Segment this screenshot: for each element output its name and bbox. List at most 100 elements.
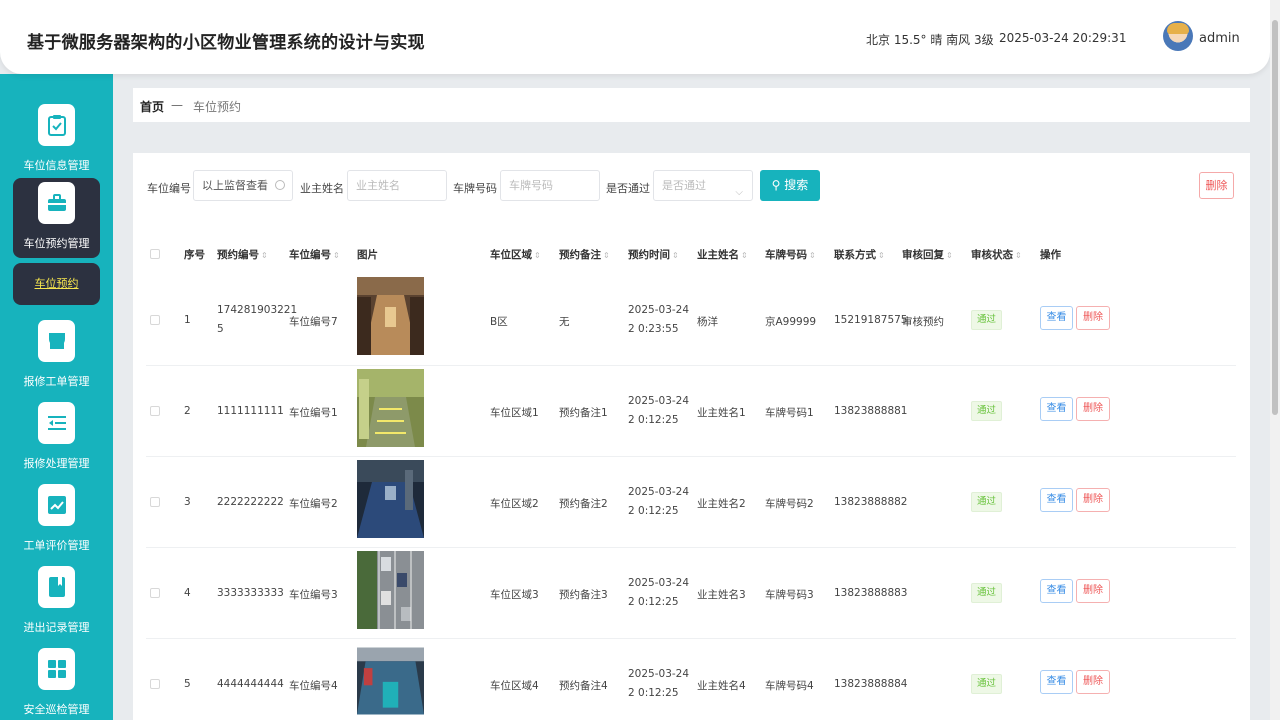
clear-icon[interactable] bbox=[275, 180, 285, 190]
row-checkbox[interactable] bbox=[150, 315, 160, 325]
cell-space-no: 车位编号3 bbox=[289, 589, 338, 601]
sidebar-item-repair-handle[interactable]: 报修处理管理 bbox=[13, 398, 100, 476]
sidebar-item-label: 车位信息管理 bbox=[23, 159, 90, 172]
bookmark-icon bbox=[38, 566, 75, 608]
owner-label: 业主姓名 bbox=[300, 182, 344, 195]
sidebar-item-space-info[interactable]: 车位信息管理 bbox=[13, 100, 100, 178]
th-image: 图片 bbox=[357, 249, 378, 261]
sort-icon[interactable]: ⇕ bbox=[603, 251, 610, 260]
sidebar-item-label: 进出记录管理 bbox=[23, 621, 90, 634]
cell-time: 2025-03-24 2 0:12:25 bbox=[628, 577, 690, 608]
briefcase-icon bbox=[38, 182, 75, 224]
delete-button[interactable]: 删除 bbox=[1076, 579, 1110, 603]
th-phone[interactable]: 联系方式 ⇕ bbox=[834, 247, 885, 262]
scrollbar-thumb[interactable] bbox=[1272, 20, 1278, 415]
cell-reply: 审核预约 bbox=[902, 316, 944, 328]
row-checkbox[interactable] bbox=[150, 497, 160, 507]
cell-owner: 业主姓名1 bbox=[697, 407, 746, 419]
sidebar-item-evaluation[interactable]: 工单评价管理 bbox=[13, 480, 100, 558]
app-title: 基于微服务器架构的小区物业管理系统的设计与实现 bbox=[27, 33, 425, 53]
th-space-no[interactable]: 车位编号 ⇕ bbox=[289, 247, 340, 262]
cell-owner: 杨洋 bbox=[697, 316, 718, 328]
sort-icon[interactable]: ⇕ bbox=[878, 251, 885, 260]
th-owner[interactable]: 业主姓名 ⇕ bbox=[697, 247, 748, 262]
cell-phone: 15219187575 bbox=[834, 314, 908, 326]
sidebar-item-label: 报修处理管理 bbox=[23, 457, 90, 470]
passed-select[interactable]: 是否通过 ⌵ bbox=[653, 170, 753, 201]
cell-space-no: 车位编号2 bbox=[289, 498, 338, 510]
page-scrollbar[interactable] bbox=[1270, 0, 1280, 720]
plate-input[interactable]: 车牌号码 bbox=[500, 170, 600, 201]
parking-photo bbox=[357, 277, 424, 355]
th-booking-no[interactable]: 预约编号 ⇕ bbox=[217, 247, 268, 262]
sort-icon[interactable]: ⇕ bbox=[1015, 251, 1022, 260]
avatar[interactable] bbox=[1163, 21, 1193, 51]
sidebar-item-booking[interactable]: 车位预约管理 bbox=[13, 178, 100, 258]
delete-button[interactable]: 删除 bbox=[1076, 488, 1110, 512]
sidebar-item-access-record[interactable]: 进出记录管理 bbox=[13, 562, 100, 640]
username[interactable]: admin bbox=[1199, 31, 1240, 46]
plate-label: 车牌号码 bbox=[453, 182, 497, 195]
search-button[interactable]: ⚲ 搜索 bbox=[760, 170, 820, 201]
delete-button[interactable]: 删除 bbox=[1076, 397, 1110, 421]
cell-area: 车位区域1 bbox=[490, 407, 539, 419]
space-no-input[interactable]: 以上监督查看 bbox=[193, 170, 293, 201]
chart-line-icon bbox=[38, 484, 75, 526]
space-no-value: 以上监督查看 bbox=[202, 179, 268, 192]
th-reply[interactable]: 审核回复 ⇕ bbox=[902, 247, 953, 262]
sidebar-item-inspection[interactable]: 安全巡检管理 bbox=[13, 644, 100, 720]
th-area[interactable]: 车位区域 ⇕ bbox=[490, 247, 541, 262]
sort-icon[interactable]: ⇕ bbox=[333, 251, 340, 260]
delete-button[interactable]: 删除 bbox=[1076, 670, 1110, 694]
view-button[interactable]: 查看 bbox=[1040, 670, 1073, 694]
cell-time: 2025-03-24 2 0:12:25 bbox=[628, 668, 690, 699]
cell-space-no: 车位编号7 bbox=[289, 316, 338, 328]
th-status[interactable]: 审核状态 ⇕ bbox=[971, 247, 1022, 262]
th-remark[interactable]: 预约备注 ⇕ bbox=[559, 247, 610, 262]
cell-time: 2025-03-24 2 0:12:25 bbox=[628, 395, 690, 426]
chevron-down-icon: ⌵ bbox=[735, 187, 743, 198]
row-checkbox[interactable] bbox=[150, 679, 160, 689]
sort-icon[interactable]: ⇕ bbox=[261, 251, 268, 260]
sort-icon[interactable]: ⇕ bbox=[946, 251, 953, 260]
cell-remark: 预约备注4 bbox=[559, 680, 608, 692]
sort-icon[interactable]: ⇕ bbox=[741, 251, 748, 260]
owner-input[interactable]: 业主姓名 bbox=[347, 170, 447, 201]
sidebar-item-repair-order[interactable]: 报修工单管理 bbox=[13, 316, 100, 394]
th-time[interactable]: 预约时间 ⇕ bbox=[628, 247, 679, 262]
th-plate[interactable]: 车牌号码 ⇕ bbox=[765, 247, 816, 262]
th-label: 预约编号 bbox=[217, 249, 259, 261]
row-checkbox[interactable] bbox=[150, 406, 160, 416]
cell-space-no: 车位编号1 bbox=[289, 407, 338, 419]
sort-icon[interactable]: ⇕ bbox=[809, 251, 816, 260]
view-button[interactable]: 查看 bbox=[1040, 488, 1073, 512]
cell-space-no: 车位编号4 bbox=[289, 680, 338, 692]
cell-owner: 业主姓名2 bbox=[697, 498, 746, 510]
parking-photo bbox=[357, 460, 424, 538]
view-button[interactable]: 查看 bbox=[1040, 306, 1073, 330]
sort-icon[interactable]: ⇕ bbox=[534, 251, 541, 260]
select-all-checkbox[interactable] bbox=[150, 249, 160, 259]
view-button[interactable]: 查看 bbox=[1040, 579, 1073, 603]
breadcrumb-home[interactable]: 首页 bbox=[140, 98, 164, 115]
cell-owner: 业主姓名3 bbox=[697, 589, 746, 601]
cell-remark: 预约备注3 bbox=[559, 589, 608, 601]
delete-button[interactable]: 删除 bbox=[1076, 306, 1110, 330]
view-button[interactable]: 查看 bbox=[1040, 397, 1073, 421]
parking-photo bbox=[357, 369, 424, 447]
cell-plate: 车牌号码2 bbox=[765, 498, 814, 510]
sidebar-item-label: 工单评价管理 bbox=[23, 539, 90, 552]
cell-area: B区 bbox=[490, 316, 508, 328]
sidebar-subitem-booking[interactable]: 车位预约 bbox=[13, 263, 100, 305]
status-badge: 通过 bbox=[971, 583, 1002, 603]
space-no-label: 车位编号 bbox=[147, 182, 191, 195]
status-badge: 通过 bbox=[971, 310, 1002, 330]
sort-icon[interactable]: ⇕ bbox=[672, 251, 679, 260]
row-checkbox[interactable] bbox=[150, 588, 160, 598]
cell-booking-no: 3333333333 bbox=[217, 587, 284, 599]
sidebar-item-label: 安全巡检管理 bbox=[23, 703, 90, 716]
search-button-label: 搜索 bbox=[784, 178, 809, 192]
grid-icon bbox=[38, 648, 75, 690]
batch-delete-button[interactable]: 删除 bbox=[1199, 172, 1234, 199]
shop-icon bbox=[38, 320, 75, 362]
